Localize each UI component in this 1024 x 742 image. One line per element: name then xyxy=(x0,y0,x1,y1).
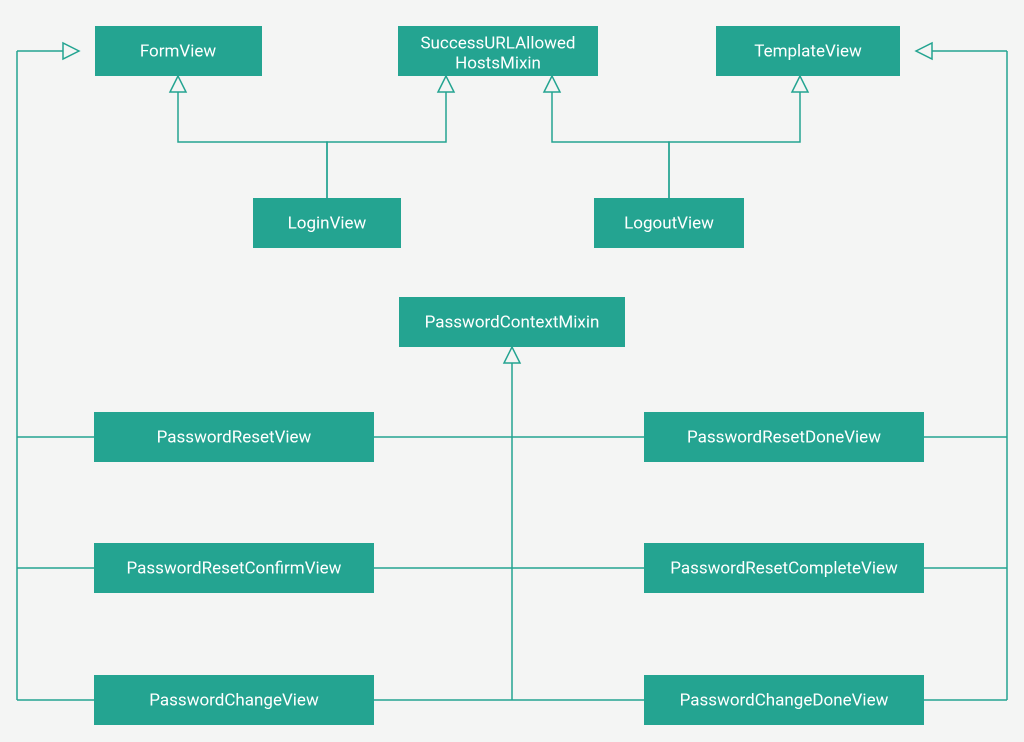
edge-logoutview-templateview xyxy=(669,76,808,198)
node-passwordresetconfirmview: PasswordResetConfirmView xyxy=(94,543,374,593)
label-passwordchangedoneview: PasswordChangeDoneView xyxy=(680,690,889,710)
label-passwordresetcompleteview: PasswordResetCompleteView xyxy=(670,558,898,578)
edge-bus-formview xyxy=(17,43,79,700)
node-passwordresetview: PasswordResetView xyxy=(94,412,374,462)
node-passwordresetdoneview: PasswordResetDoneView xyxy=(644,412,924,462)
edge-bus-templateview xyxy=(916,43,1007,700)
label-successurl-line1: SuccessURLAllowed xyxy=(420,33,575,53)
label-formview: FormView xyxy=(140,41,217,61)
label-passwordresetdoneview: PasswordResetDoneView xyxy=(687,427,881,447)
label-passwordresetconfirmview: PasswordResetConfirmView xyxy=(127,558,342,578)
node-formview: FormView xyxy=(95,26,262,76)
label-loginview: LoginView xyxy=(288,213,367,233)
label-passwordcontextmixin: PasswordContextMixin xyxy=(425,312,600,332)
node-passwordchangeview: PasswordChangeView xyxy=(94,675,374,725)
node-logoutview: LogoutView xyxy=(594,198,744,248)
label-logoutview: LogoutView xyxy=(624,213,714,233)
edge-spine-passwordcontextmixin xyxy=(504,347,520,700)
label-passwordchangeview: PasswordChangeView xyxy=(149,690,319,710)
edge-loginview-formview xyxy=(170,76,327,198)
label-passwordresetview: PasswordResetView xyxy=(157,427,312,447)
node-templateview: TemplateView xyxy=(716,26,900,76)
node-passwordcontextmixin: PasswordContextMixin xyxy=(399,297,625,347)
edge-loginview-successurl xyxy=(327,76,454,198)
node-loginview: LoginView xyxy=(253,198,401,248)
node-successurlallowedhostsmixin: SuccessURLAllowed HostsMixin xyxy=(398,26,598,76)
edge-logoutview-successurl xyxy=(544,76,669,198)
label-successurl-line2: HostsMixin xyxy=(455,53,541,73)
node-passwordresetcompleteview: PasswordResetCompleteView xyxy=(644,543,924,593)
label-templateview: TemplateView xyxy=(754,41,862,61)
node-passwordchangedoneview: PasswordChangeDoneView xyxy=(644,675,924,725)
